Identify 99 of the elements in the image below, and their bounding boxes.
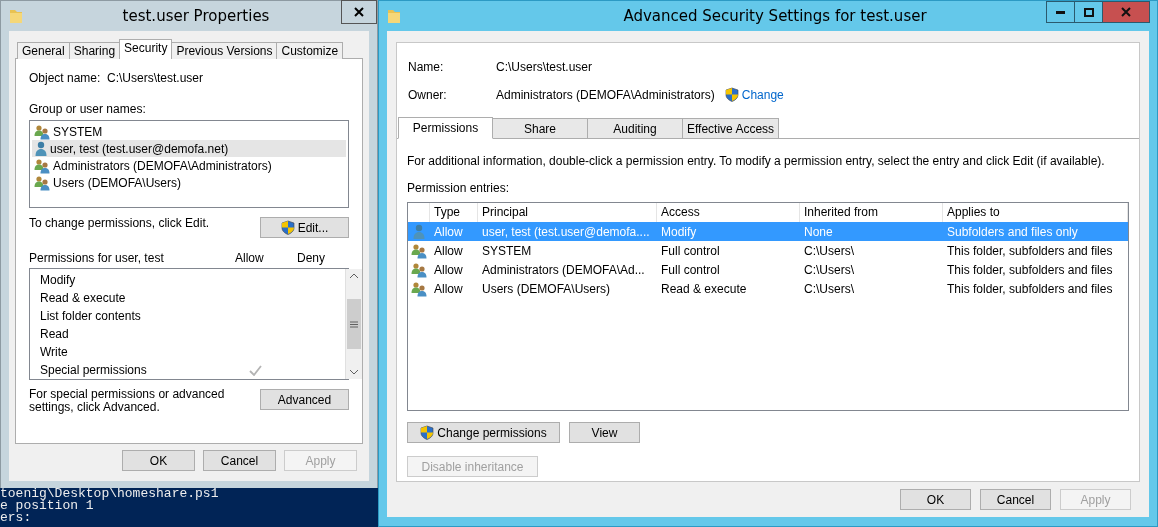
users-icon [410, 261, 428, 278]
change-link[interactable]: Change [741, 87, 784, 102]
table-cell-text: Subfolders and files only [946, 224, 1079, 239]
permission-row[interactable]: Read & execute [30, 289, 345, 307]
users-icon [410, 242, 428, 259]
permission-name: List folder contents [40, 309, 142, 323]
minimize-button[interactable] [1046, 1, 1075, 23]
table-row[interactable]: Allow Users (DEMOFA\Users) Read & execute C:\Users\ This folder, subfolders and files [408, 279, 1128, 298]
close-icon [354, 7, 364, 17]
dialog-button[interactable]: OK [900, 489, 971, 510]
dialog-button[interactable]: OK [122, 450, 195, 471]
scrollbar[interactable] [345, 269, 362, 379]
check-icon [248, 364, 262, 376]
change-permissions-button[interactable]: Change permissions [407, 422, 560, 443]
table-row[interactable]: Allow SYSTEM Full control C:\Users\ This folder, subfolders and files [408, 241, 1128, 260]
table-cell-text: Users (DEMOFA\Users) [481, 281, 611, 296]
maximize-icon [1083, 7, 1094, 17]
permission-name: Read & execute [40, 291, 127, 305]
table-cell-text: Allow [433, 262, 464, 277]
grip-icon [350, 320, 358, 328]
table-cell-text: This folder, subfolders and files [946, 281, 1114, 296]
permission-row[interactable]: Special permissions [30, 361, 345, 379]
owner-value: Administrators (DEMOFA\Administrators) [496, 87, 715, 102]
table-cell-text: Administrators (DEMOFA\Ad... [481, 262, 646, 277]
shield-icon [724, 87, 739, 102]
window-title: test.user Properties [121, 7, 271, 25]
folder-icon [387, 8, 401, 24]
minimize-icon [1056, 10, 1065, 14]
entries-label: Permission entries: [407, 181, 511, 195]
console-line: ers: [0, 512, 32, 524]
console-line: toenig\Desktop\homeshare.ps1 [0, 488, 220, 500]
window-title: Advanced Security Settings for test.user [622, 7, 928, 25]
scroll-thumb[interactable] [347, 299, 361, 349]
group-list-item[interactable]: Users (DEMOFA\Users) [32, 174, 346, 191]
table-cell-text: This folder, subfolders and files [946, 262, 1114, 277]
console-line: e position 1 [0, 500, 94, 512]
close-button[interactable] [341, 0, 377, 24]
permission-name: Special permissions [40, 363, 148, 377]
table-cell-text: Full control [660, 243, 721, 258]
permission-name: Modify [40, 273, 77, 287]
permission-row[interactable]: List folder contents [30, 307, 345, 325]
groups-label: Group or user names: [29, 102, 147, 116]
edit-hint: To change permissions, click Edit. [29, 216, 210, 230]
permission-row[interactable]: Modify [30, 271, 345, 289]
permission-row[interactable]: Write [30, 343, 345, 361]
table-cell-text: Allow [433, 224, 464, 239]
owner-label: Owner: [408, 87, 448, 102]
tab[interactable]: Share [492, 118, 588, 138]
view-button[interactable]: View [569, 422, 640, 443]
user-icon [412, 223, 426, 240]
dialog-button[interactable]: Cancel [203, 450, 276, 471]
users-icon [34, 174, 51, 191]
advanced-button[interactable]: Advanced [260, 389, 349, 410]
tab[interactable]: Effective Access [682, 118, 779, 138]
user-icon [34, 140, 48, 157]
table-cell-text: Allow [433, 243, 464, 258]
shield-icon [280, 220, 295, 235]
tab[interactable]: Security [119, 39, 173, 59]
permission-name: Write [40, 345, 69, 359]
object-name-label: Object name: [29, 71, 102, 85]
edit-button[interactable]: Edit... [260, 217, 349, 238]
table-cell-text: None [803, 224, 834, 239]
shield-icon [420, 425, 435, 440]
table-cell-text: Full control [660, 262, 721, 277]
users-icon [410, 280, 428, 297]
tab[interactable]: General [17, 42, 70, 59]
tab[interactable]: Customize [276, 42, 344, 59]
permission-row[interactable]: Read [30, 325, 345, 343]
allow-header: Allow [235, 251, 265, 265]
group-list-item[interactable]: user, test (test.user@demofa.net) [32, 140, 346, 157]
table-cell-text: C:\Users\ [803, 281, 855, 296]
group-list-item[interactable]: SYSTEM [32, 123, 346, 140]
name-label: Name: [408, 60, 445, 74]
group-list-item[interactable]: Administrators (DEMOFA\Administrators) [32, 157, 346, 174]
table-cell-text: This folder, subfolders and files [946, 243, 1114, 258]
dialog-button[interactable]: Cancel [980, 489, 1051, 510]
table-row[interactable]: Allow Administrators (DEMOFA\Ad... Full control C:\Users\ This folder, subfolders and files [408, 260, 1128, 279]
name-value: C:\Users\test.user [496, 60, 594, 74]
tab[interactable]: Previous Versions [171, 42, 278, 59]
table-cell-text: SYSTEM [481, 243, 533, 258]
deny-header: Deny [297, 251, 325, 265]
tab[interactable]: Permissions [398, 117, 493, 139]
table-cell-text: C:\Users\ [803, 262, 855, 277]
advanced-hint: For special permissions or advanced settings, click Advanced. [29, 388, 226, 414]
info-text: For additional information, double-click a permission entry. To modify a permission entry, select the entry and click Edit (if available). [407, 154, 1106, 168]
close-icon [1121, 7, 1131, 17]
users-icon [34, 123, 51, 140]
table-cell-text: Allow [433, 281, 464, 296]
table-cell-text: user, test (test.user@demofa.... [481, 224, 651, 239]
folder-icon [9, 8, 23, 24]
table-cell-text: Modify [660, 224, 698, 239]
object-name-value: C:\Users\test.user [107, 71, 204, 85]
table-cell-text: C:\Users\ [803, 243, 855, 258]
permissions-label: Permissions for user, test [29, 251, 165, 265]
tab[interactable]: Sharing [68, 42, 121, 59]
tab[interactable]: Auditing [587, 118, 683, 138]
users-icon [34, 157, 51, 174]
table-cell-text: Read & execute [660, 281, 748, 296]
permission-name: Read [40, 327, 70, 341]
